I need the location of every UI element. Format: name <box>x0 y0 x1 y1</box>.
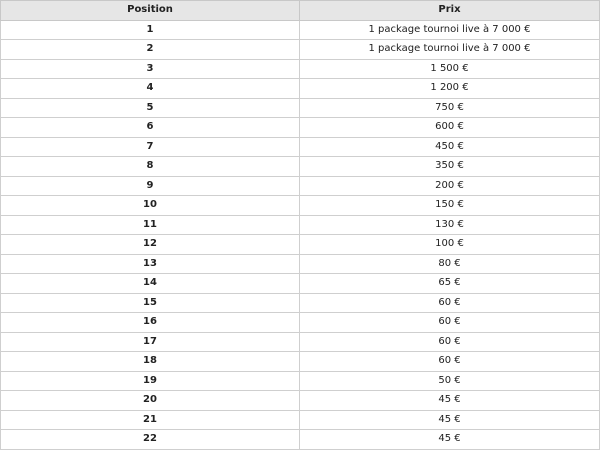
table-row: 4 1 200 € <box>0 78 600 99</box>
prize-cell: 45 € <box>299 409 600 430</box>
position-cell: 9 <box>0 175 300 196</box>
position-cell: 5 <box>0 97 300 118</box>
position-cell: 2 <box>0 39 300 60</box>
table-row: 15 60 € <box>0 292 600 313</box>
position-cell: 19 <box>0 370 300 391</box>
prize-cell: 750 € <box>299 97 600 118</box>
prize-cell: 60 € <box>299 292 600 313</box>
prize-cell: 60 € <box>299 331 600 352</box>
position-cell: 18 <box>0 351 300 372</box>
table-row: 6 600 € <box>0 117 600 138</box>
table-row: 20 45 € <box>0 390 600 411</box>
position-cell: 7 <box>0 136 300 157</box>
prize-cell: 65 € <box>299 273 600 294</box>
table-row: 12 100 € <box>0 234 600 255</box>
position-cell: 20 <box>0 390 300 411</box>
position-cell: 12 <box>0 234 300 255</box>
table-row: 18 60 € <box>0 351 600 372</box>
prize-cell: 50 € <box>299 370 600 391</box>
table-header: Position Prix <box>0 0 600 21</box>
prize-cell: 1 200 € <box>299 78 600 99</box>
position-cell: 10 <box>0 195 300 216</box>
prize-cell: 1 package tournoi live à 7 000 € <box>299 19 600 40</box>
prize-cell: 100 € <box>299 234 600 255</box>
table-row: 10 150 € <box>0 195 600 216</box>
prize-cell: 60 € <box>299 351 600 372</box>
table-row: 14 65 € <box>0 273 600 294</box>
position-cell: 1 <box>0 19 300 40</box>
position-cell: 13 <box>0 253 300 274</box>
prize-cell: 130 € <box>299 214 600 235</box>
position-cell: 15 <box>0 292 300 313</box>
table-row: 16 60 € <box>0 312 600 333</box>
prize-cell: 1 package tournoi live à 7 000 € <box>299 39 600 60</box>
position-cell: 11 <box>0 214 300 235</box>
position-column-header: Position <box>0 0 300 21</box>
table-row: 19 50 € <box>0 370 600 391</box>
prize-cell: 600 € <box>299 117 600 138</box>
table-row: 22 45 € <box>0 429 600 450</box>
prize-cell: 450 € <box>299 136 600 157</box>
header-row: Position Prix <box>0 0 600 21</box>
position-cell: 17 <box>0 331 300 352</box>
prize-column-header: Prix <box>299 0 600 21</box>
table-row: 1 1 package tournoi live à 7 000 € <box>0 19 600 40</box>
table-row: 2 1 package tournoi live à 7 000 € <box>0 39 600 60</box>
table-row: 8 350 € <box>0 156 600 177</box>
prize-cell: 45 € <box>299 429 600 450</box>
table-row: 11 130 € <box>0 214 600 235</box>
table-row: 21 45 € <box>0 409 600 430</box>
table-body: 1 1 package tournoi live à 7 000 € 2 1 p… <box>0 19 600 450</box>
prize-cell: 1 500 € <box>299 58 600 79</box>
prize-cell: 45 € <box>299 390 600 411</box>
prize-cell: 60 € <box>299 312 600 333</box>
table-row: 5 750 € <box>0 97 600 118</box>
prize-table: Position Prix 1 1 package tournoi live à… <box>0 0 600 450</box>
prize-cell: 200 € <box>299 175 600 196</box>
position-cell: 22 <box>0 429 300 450</box>
position-cell: 14 <box>0 273 300 294</box>
table-row: 3 1 500 € <box>0 58 600 79</box>
position-cell: 3 <box>0 58 300 79</box>
position-cell: 8 <box>0 156 300 177</box>
prize-cell: 350 € <box>299 156 600 177</box>
table-row: 13 80 € <box>0 253 600 274</box>
position-cell: 4 <box>0 78 300 99</box>
position-cell: 16 <box>0 312 300 333</box>
position-cell: 6 <box>0 117 300 138</box>
position-cell: 21 <box>0 409 300 430</box>
table-row: 7 450 € <box>0 136 600 157</box>
table-row: 17 60 € <box>0 331 600 352</box>
prize-cell: 80 € <box>299 253 600 274</box>
prize-cell: 150 € <box>299 195 600 216</box>
table-row: 9 200 € <box>0 175 600 196</box>
